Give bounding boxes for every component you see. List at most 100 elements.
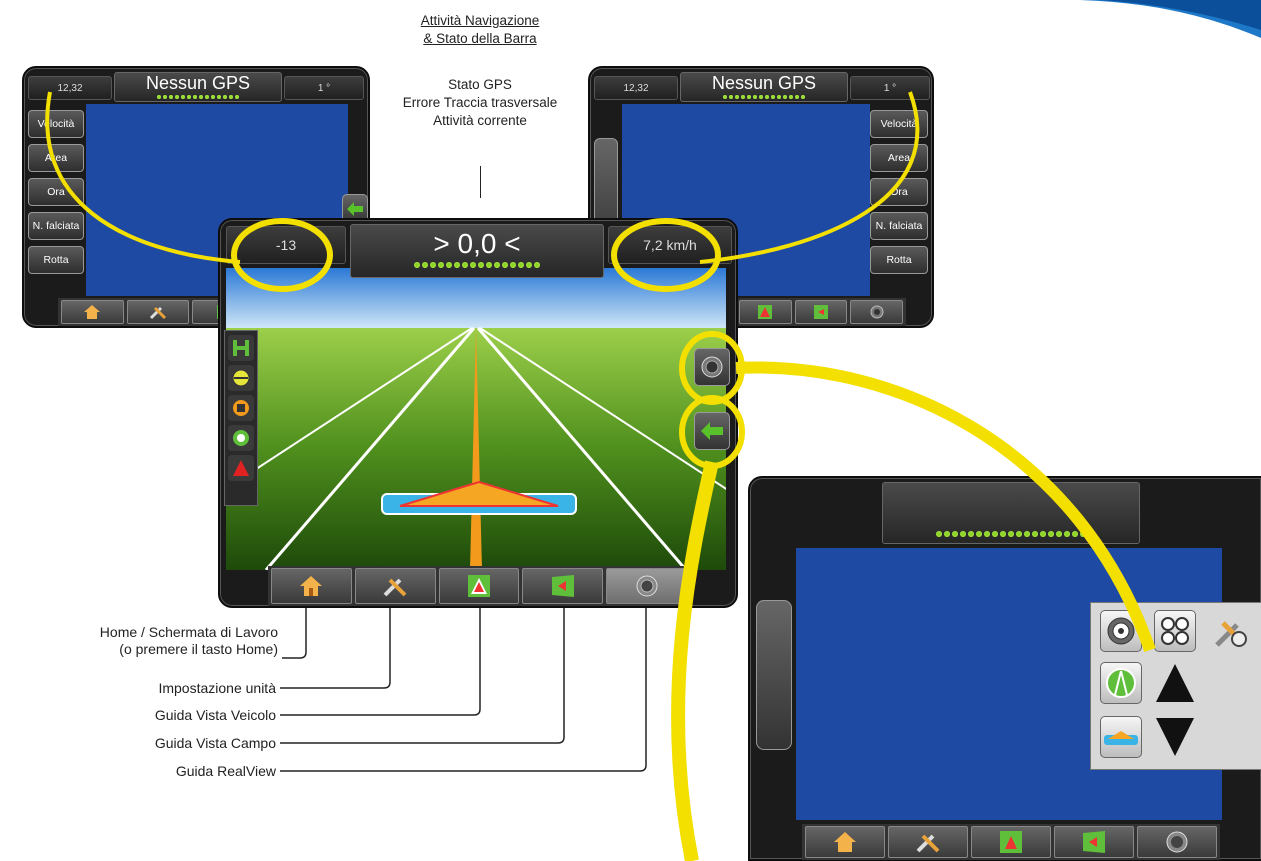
camera-setup-button[interactable] bbox=[1208, 612, 1254, 652]
tilt-up-button[interactable] bbox=[1154, 662, 1196, 704]
field-view-button[interactable] bbox=[522, 568, 604, 604]
right-vehicle-view-button[interactable] bbox=[739, 300, 792, 324]
status-list: Stato GPS Errore Traccia trasversale Att… bbox=[370, 76, 590, 130]
multi-camera-icon bbox=[1161, 617, 1189, 645]
tools-icon bbox=[916, 834, 940, 853]
horizon-icon bbox=[1104, 731, 1138, 745]
cone-icon bbox=[233, 460, 249, 476]
guidance-tools-panel bbox=[224, 330, 258, 506]
left-device-title-box: Nessun GPS bbox=[114, 72, 282, 102]
main-arrow-button[interactable] bbox=[694, 412, 730, 450]
realview-camera-icon bbox=[636, 575, 658, 597]
left-device-left-value: 12,32 bbox=[28, 76, 112, 100]
marker-button[interactable] bbox=[228, 395, 254, 421]
home-button[interactable] bbox=[271, 568, 352, 604]
realview-camera-icon bbox=[870, 305, 884, 319]
realview-camera-feed bbox=[226, 268, 726, 570]
pointer-line bbox=[480, 166, 481, 198]
boom-icon bbox=[233, 340, 249, 356]
line-button[interactable] bbox=[228, 365, 254, 391]
cross-track-error-label: Errore Traccia trasversale bbox=[402, 95, 558, 110]
realview-home-button[interactable] bbox=[805, 826, 885, 858]
left-heading-button[interactable]: Rotta bbox=[28, 246, 84, 274]
main-guidance-value: > 0,0 < bbox=[433, 228, 521, 259]
main-device: -13 > 0,0 < 7,2 km/h bbox=[218, 218, 738, 608]
line-icon bbox=[232, 369, 250, 387]
realview-title-box bbox=[882, 482, 1140, 544]
main-speed-value: 7,2 km/h bbox=[608, 226, 732, 264]
right-device-bottom-bar bbox=[736, 298, 906, 326]
right-time-button[interactable]: Ora bbox=[870, 178, 928, 206]
realview-field-view-button[interactable] bbox=[1054, 826, 1134, 858]
steering-button[interactable] bbox=[228, 425, 254, 451]
left-time-button[interactable]: Ora bbox=[28, 178, 84, 206]
guide-overlay-button[interactable] bbox=[1100, 662, 1142, 704]
right-field-view-button[interactable] bbox=[794, 300, 848, 324]
vehicle-view-icon bbox=[1000, 831, 1022, 853]
boom-button[interactable] bbox=[228, 335, 254, 361]
realview-label: Guida RealView bbox=[175, 763, 276, 779]
horizon-button[interactable] bbox=[1100, 716, 1142, 758]
home-label-line2: (o premere il tasto Home) bbox=[119, 641, 278, 657]
home-icon bbox=[300, 576, 323, 596]
triangle-down-icon bbox=[1156, 718, 1194, 756]
right-device-title-box: Nessun GPS bbox=[680, 72, 848, 102]
tilt-down-button[interactable] bbox=[1154, 716, 1196, 758]
realview-left-scroll[interactable] bbox=[756, 600, 792, 750]
vehicle-view-button[interactable] bbox=[438, 568, 520, 604]
left-speed-button[interactable]: Velocità bbox=[28, 110, 84, 138]
left-home-button[interactable] bbox=[61, 300, 124, 324]
right-device-right-value: 1 ° bbox=[850, 76, 930, 100]
left-area-button[interactable]: Area bbox=[28, 144, 84, 172]
tools-gear-icon bbox=[1215, 621, 1247, 647]
cone-button[interactable] bbox=[228, 455, 254, 481]
nav-activity-title-line2: & Stato della Barra bbox=[423, 31, 537, 46]
realview-button[interactable] bbox=[606, 568, 687, 604]
main-cross-track-value: -13 bbox=[226, 226, 346, 264]
main-gps-dots bbox=[414, 262, 540, 268]
right-area-button[interactable]: Area bbox=[870, 144, 928, 172]
multi-camera-button[interactable] bbox=[1154, 610, 1196, 652]
left-swath-button[interactable]: N. falciata bbox=[28, 212, 84, 240]
home-label-line1: Home / Schermata di Lavoro bbox=[99, 624, 278, 640]
left-device-gps-dots bbox=[157, 95, 239, 99]
right-device-title: Nessun GPS bbox=[711, 73, 817, 93]
right-realview-button[interactable] bbox=[850, 300, 904, 324]
realview-options-device bbox=[748, 476, 1261, 861]
left-device-right-value: 1 ° bbox=[284, 76, 364, 100]
field-view-icon bbox=[1083, 831, 1105, 853]
realview-camera-button[interactable] bbox=[1137, 826, 1217, 858]
home-icon bbox=[834, 832, 856, 852]
main-bottom-bar bbox=[268, 566, 690, 606]
nav-activity-title-line1: Attività Navigazione bbox=[420, 13, 540, 28]
realview-bottom-bar bbox=[802, 824, 1220, 860]
vehicle-view-icon bbox=[758, 305, 773, 319]
marker-icon bbox=[233, 400, 249, 416]
main-realview-toggle-button[interactable] bbox=[694, 348, 730, 386]
right-speed-button[interactable]: Velocità bbox=[870, 110, 928, 138]
realview-vehicle-view-button[interactable] bbox=[971, 826, 1051, 858]
realview-tools-button[interactable] bbox=[888, 826, 968, 858]
unit-setup-label: Impostazione unità bbox=[158, 680, 276, 696]
left-tools-button[interactable] bbox=[126, 300, 190, 324]
single-camera-icon bbox=[1107, 617, 1135, 645]
field-view-icon bbox=[551, 575, 574, 597]
single-camera-button[interactable] bbox=[1100, 610, 1142, 652]
nav-activity-title: Attività Navigazione & Stato della Barra bbox=[370, 12, 590, 48]
right-device-gps-dots bbox=[723, 95, 805, 99]
field-lines-icon bbox=[1106, 668, 1136, 698]
right-device-left-value: 12,32 bbox=[594, 76, 678, 100]
tools-icon bbox=[149, 306, 167, 320]
vehicle-view-label: Guida Vista Veicolo bbox=[154, 707, 276, 723]
right-heading-button[interactable]: Rotta bbox=[870, 246, 928, 274]
right-swath-button[interactable]: N. falciata bbox=[870, 212, 928, 240]
left-device-title: Nessun GPS bbox=[145, 73, 251, 93]
unit-setup-button[interactable] bbox=[354, 568, 436, 604]
gps-status-label: Stato GPS bbox=[448, 77, 512, 92]
home-label: Home / Schermata di Lavoro (o premere il… bbox=[0, 624, 278, 658]
realview-camera-icon bbox=[701, 356, 723, 378]
green-arrow-icon bbox=[701, 422, 723, 440]
green-arrow-icon bbox=[347, 202, 363, 216]
current-activity-label: Attività corrente bbox=[433, 113, 527, 128]
home-icon bbox=[84, 305, 101, 319]
